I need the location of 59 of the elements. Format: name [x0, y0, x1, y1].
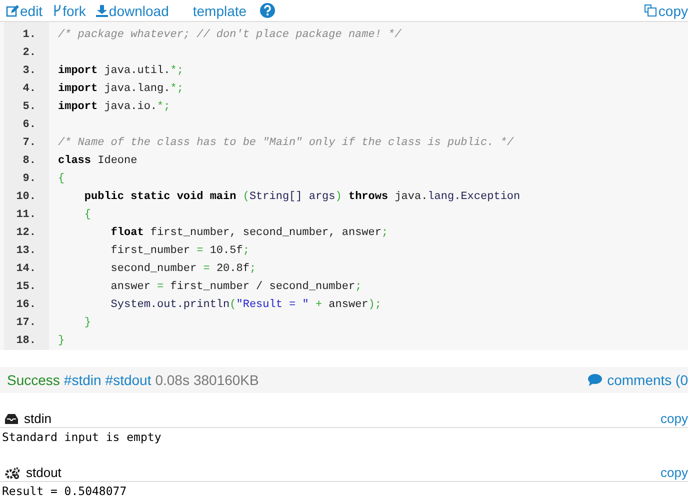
code-line: second_number = 20.8f;: [110, 262, 258, 277]
copy-link[interactable]: copy: [660, 465, 688, 480]
code-line: first_number = 10.5f;: [110, 244, 250, 259]
panel-title: stdout: [26, 465, 62, 480]
stdout-output: Result = 0.5048077: [2, 484, 127, 498]
edit-icon: [6, 4, 19, 16]
line-number: 6.: [22, 118, 37, 133]
code-line: float first_number, second_number, answer;: [110, 226, 390, 241]
code-line: }: [83, 316, 92, 331]
code-line: import java.lang.*;: [58, 82, 184, 97]
copy-link[interactable]: copy: [660, 411, 688, 426]
code-line: {: [58, 172, 66, 187]
copy-link[interactable]: copy: [644, 2, 688, 18]
line-number: 5.: [22, 100, 37, 115]
download-link[interactable]: download: [96, 2, 169, 18]
line-number: 11.: [15, 208, 37, 223]
line-number: 16.: [15, 298, 37, 313]
code-line: import java.io.*;: [58, 100, 172, 115]
line-number: 9.: [22, 172, 37, 187]
download-icon: [96, 4, 108, 16]
code-line: class Ideone: [58, 154, 138, 169]
code-line: /* package whatever; // don't place package name! */: [58, 28, 402, 43]
line-number: 2.: [22, 46, 37, 61]
code-line: answer = first_number / second_number;: [110, 280, 363, 295]
line-number: 13.: [15, 244, 37, 259]
code-line: System.out.println("Result = " + answer);: [110, 298, 382, 313]
speech-bubble-icon: [588, 374, 602, 386]
code-line: public static void main (String[] args) throws java.lang.Exception: [83, 190, 522, 205]
panel-title: stdin: [24, 411, 52, 426]
code-line: /* Name of the class has to be "Main" only if the class is public. */: [58, 136, 515, 151]
line-number: 1.: [22, 28, 37, 43]
run-time: 0.08s: [155, 372, 190, 388]
line-number: 8.: [22, 154, 37, 169]
copy-icon: [644, 4, 658, 17]
code-line: }: [58, 334, 66, 349]
gears-icon: [5, 466, 20, 478]
inbox-tray-icon: [5, 413, 18, 424]
code-line: import java.util.*;: [58, 64, 184, 79]
result-status: Success: [7, 372, 60, 388]
line-number: 10.: [15, 190, 37, 205]
line-number: 15.: [15, 280, 37, 295]
line-number: 17.: [15, 316, 37, 331]
template-link[interactable]: template: [192, 2, 247, 18]
tag-link[interactable]: #stdout: [105, 372, 152, 388]
line-number: 18.: [15, 334, 37, 349]
help-icon[interactable]: [260, 3, 275, 18]
comments-link[interactable]: comments (0: [588, 372, 688, 388]
code-line: {: [83, 208, 92, 223]
stdin-output: Standard input is empty: [2, 430, 162, 444]
line-number: 14.: [15, 262, 37, 277]
fork-icon: [52, 4, 62, 17]
line-number: 4.: [22, 82, 37, 97]
memory-usage: 380160KB: [193, 372, 259, 388]
line-number: 12.: [15, 226, 37, 241]
line-number: 3.: [22, 64, 37, 79]
edit-link[interactable]: edit: [6, 2, 43, 18]
fork-link[interactable]: fork: [52, 2, 86, 18]
line-number: 7.: [22, 136, 37, 151]
tag-link[interactable]: #stdin: [64, 372, 102, 388]
